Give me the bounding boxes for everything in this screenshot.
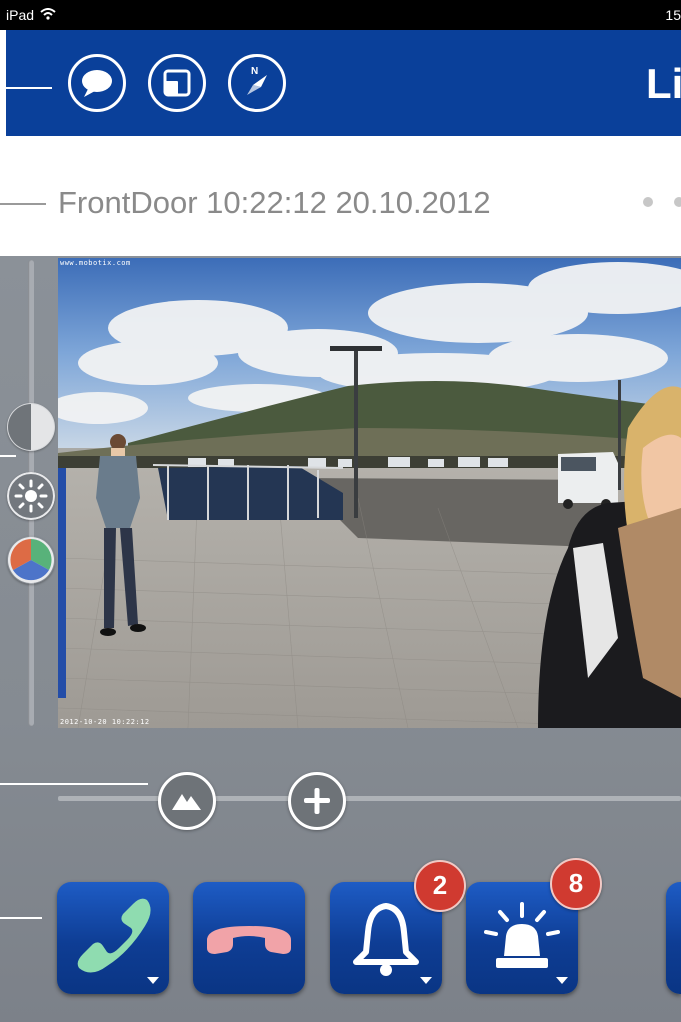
navigate-button[interactable]: N: [228, 54, 286, 112]
page-indicator-dot[interactable]: [643, 197, 653, 207]
callout-line: [0, 203, 46, 205]
alarm-count-badge: 8: [550, 858, 602, 910]
doorbell-count-badge: 2: [414, 860, 466, 912]
window-layout-icon: [163, 69, 191, 97]
callout-line: [0, 917, 42, 919]
half-circle-icon: [8, 404, 54, 450]
video-timestamp: 2012-10-20 10:22:12: [60, 718, 150, 726]
brightness-button[interactable]: [7, 472, 55, 520]
device-label-group: iPad: [6, 7, 56, 23]
callout-line: [0, 455, 16, 457]
camera-caption: FrontDoor 10:22:12 20.10.2012: [58, 185, 491, 220]
answer-call-button[interactable]: [57, 882, 169, 994]
camera-image: [58, 258, 681, 728]
callout-line: [0, 87, 52, 89]
landscape-button[interactable]: [158, 772, 216, 830]
color-wheel-icon: [8, 537, 54, 583]
wifi-icon: [40, 7, 56, 23]
speech-bubble-icon: [82, 70, 112, 97]
sun-icon: [7, 472, 55, 520]
zoom-slider[interactable]: [58, 796, 681, 801]
zoom-in-button[interactable]: [288, 772, 346, 830]
phone-red-icon: [207, 926, 291, 954]
hang-up-button[interactable]: [193, 882, 305, 994]
chevron-down-icon: [420, 977, 432, 984]
callout-line: [0, 783, 148, 785]
plus-icon: [304, 788, 330, 814]
live-video-feed[interactable]: [58, 258, 681, 728]
more-actions-button[interactable]: [666, 882, 681, 994]
svg-text:N: N: [251, 66, 258, 77]
chevron-down-icon: [556, 977, 568, 984]
compass-icon: N: [247, 66, 267, 95]
video-watermark: www.mobotix.com: [60, 259, 131, 267]
header-bar: N Liv: [6, 30, 681, 136]
page-indicator-dot[interactable]: [674, 197, 681, 207]
chat-button[interactable]: [68, 54, 126, 112]
chevron-down-icon: [147, 977, 159, 984]
contrast-button[interactable]: [7, 403, 55, 451]
color-button[interactable]: [7, 536, 55, 584]
clock: 15: [665, 7, 681, 23]
view-title: Liv: [646, 60, 681, 107]
status-bar: iPad 15: [0, 0, 681, 30]
device-label: iPad: [6, 7, 35, 23]
mountain-icon: [172, 794, 201, 810]
layout-button[interactable]: [148, 54, 206, 112]
